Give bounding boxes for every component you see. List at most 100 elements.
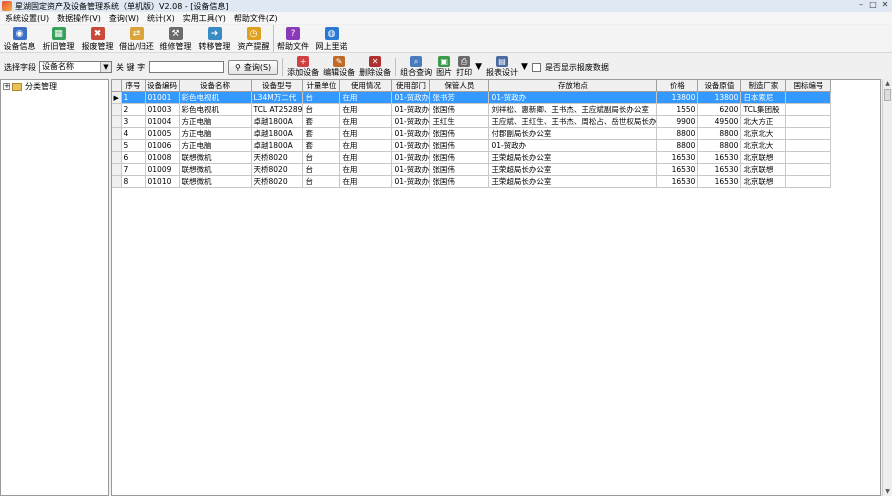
action-button-4[interactable]: ▣ 图片: [436, 56, 452, 78]
table-row[interactable]: 5 01006 方正电脑 卓越1800A 套在用 01-贸政办 张国伟 01-贸政办 8800 8…: [112, 139, 832, 152]
dropdown-arrow-icon[interactable]: ▼: [475, 62, 482, 72]
vertical-scrollbar[interactable]: ▲ ▼: [882, 79, 892, 496]
action-button-3[interactable]: ⌕ 组合查询: [400, 56, 432, 78]
close-button[interactable]: ✕: [880, 0, 890, 10]
action-button-5[interactable]: ⎙ 打印: [456, 56, 472, 78]
scroll-down-icon[interactable]: ▼: [883, 487, 892, 496]
table-row[interactable]: 6 01008 联想微机 天桥8020 台在用 01-贸政办 张国伟 王荣超局长办公室 1653…: [112, 151, 832, 164]
table-row[interactable]: ▶ 1 01001 彩色电视机 L34M万二代台在用 01-贸政办 张书芳 01-贸政办 138…: [112, 91, 832, 104]
maximize-button[interactable]: □: [868, 0, 878, 10]
expand-icon[interactable]: +: [3, 83, 10, 90]
menu-help[interactable]: 帮助文件(Z): [230, 13, 282, 24]
tree-node-category-management[interactable]: + 分类管理: [1, 81, 108, 92]
table-row[interactable]: 8 01010 联想微机 天桥8020 台在用 01-贸政办 张国伟 王荣超局长办公室 1653…: [112, 175, 832, 188]
table-cell: 8: [121, 175, 146, 188]
table-cell: 彩色电视机: [179, 91, 252, 104]
binoculars-icon: ⚲: [235, 62, 241, 72]
column-header[interactable]: 价格: [656, 80, 699, 92]
scroll-up-icon[interactable]: ▲: [883, 79, 892, 88]
table-cell: [785, 91, 832, 104]
table-cell: 8800: [697, 139, 742, 152]
table-cell: 台: [302, 151, 341, 164]
table-cell: 日本索尼: [740, 91, 787, 104]
repair-icon: ⚒: [168, 27, 183, 40]
toolbar-button-5[interactable]: ➜ 转移管理: [195, 25, 234, 52]
menu-statistics[interactable]: 统计(X): [143, 13, 179, 24]
action-button-label: 图片: [436, 68, 453, 77]
toolbar-button-label: 帮助文件: [277, 42, 309, 51]
table-cell: 王荣超局长办公室: [488, 151, 658, 164]
device-grid: 序号 设备编码 设备名称 设备型号 计量单位 使用情况 使用部门 保管人员 存放地点 价格 设备原值…: [111, 79, 881, 496]
table-cell: 卓越1800A: [251, 115, 304, 128]
column-header[interactable]: 设备名称: [179, 80, 252, 92]
table-cell: 北京联想: [740, 163, 787, 176]
column-header[interactable]: 使用情况: [339, 80, 393, 92]
toolbar-button-0[interactable]: ◉ 设备信息: [0, 25, 39, 52]
action-button-0[interactable]: + 添加设备: [287, 56, 319, 78]
menu-query[interactable]: 查询(W): [105, 13, 143, 24]
table-cell: 01001: [145, 91, 180, 104]
column-header[interactable]: 使用部门: [391, 80, 431, 92]
column-header[interactable]: 存放地点: [488, 80, 658, 92]
toolbar-button-8[interactable]: ◍ 网上里诺: [312, 25, 351, 52]
dropdown-arrow-icon[interactable]: ▼: [521, 62, 528, 72]
table-cell: 01-贸政办: [391, 91, 431, 104]
toolbar-button-6[interactable]: ◷ 资产提醒: [234, 25, 273, 52]
table-cell: 天桥8020: [251, 163, 304, 176]
column-header[interactable]: 保管人员: [429, 80, 490, 92]
action-button-1[interactable]: ✎ 编辑设备: [323, 56, 355, 78]
table-cell: 01-贸政办: [391, 175, 431, 188]
toolbar-button-7[interactable]: ? 帮助文件: [273, 25, 312, 52]
toolbar-button-1[interactable]: ▦ 折旧管理: [39, 25, 78, 52]
table-cell: 刘祥松、惠新卿、王书杰、王应斌副局长办公室: [488, 103, 658, 116]
show-scrapped-checkbox[interactable]: [531, 62, 541, 72]
column-header[interactable]: 设备编码: [145, 80, 180, 92]
query-button[interactable]: ⚲ 查询(S): [228, 59, 279, 75]
table-cell: 8800: [656, 127, 699, 140]
action-button-2[interactable]: ✕ 删除设备: [359, 56, 391, 78]
main-toolbar: ◉ 设备信息 ▦ 折旧管理 ✖ 报废管理 ⇄ 借出/归还 ⚒ 维修管理 ➜ 转移管理 ◷ 资产提醒? 帮助文…: [0, 25, 892, 53]
table-cell: 王应斌、王红生、王书杰、周松占、岳世权局长办: [488, 115, 658, 128]
menu-system-settings[interactable]: 系统设置(U): [0, 13, 53, 24]
column-header[interactable]: 国标编号: [785, 80, 832, 92]
column-header[interactable]: 设备型号: [251, 80, 304, 92]
table-cell: 张国伟: [429, 175, 490, 188]
row-pointer-icon: [112, 151, 122, 164]
table-cell: 北京联想: [740, 175, 787, 188]
row-indicator-header: [112, 80, 122, 92]
column-header[interactable]: 设备原值: [697, 80, 742, 92]
column-header[interactable]: 计量单位: [302, 80, 341, 92]
table-cell: 8800: [656, 139, 699, 152]
table-cell: 01010: [145, 175, 180, 188]
table-row[interactable]: 4 01005 方正电脑 卓越1800A 套在用 01-贸政办 张国伟 付郡副局长办公室 880…: [112, 127, 832, 140]
menu-data-operations[interactable]: 数据操作(V): [53, 13, 105, 24]
edit-device-icon: ✎: [333, 56, 346, 67]
table-row[interactable]: 3 01004 方正电脑 卓越1800A 套在用 01-贸政办 王红生 王应斌、王红生、王书杰…: [112, 115, 832, 128]
search-toolbar: 选择字段 设备名称 ▼ 关 键 字 ⚲ 查询(S) + 添加设备 ✎ 编辑设备 ✕ 删除设…: [0, 56, 892, 78]
toolbar-button-4[interactable]: ⚒ 维修管理: [156, 25, 195, 52]
action-button-6[interactable]: ▤ 报表设计: [486, 56, 518, 78]
keyword-input[interactable]: [149, 61, 225, 73]
table-cell: 套: [302, 115, 341, 128]
minimize-button[interactable]: –: [856, 0, 866, 10]
table-cell: 彩色电视机: [179, 103, 252, 116]
column-header[interactable]: 序号: [121, 80, 146, 92]
table-cell: 4: [121, 127, 146, 140]
menu-utilities[interactable]: 实用工具(Y): [179, 13, 230, 24]
table-row[interactable]: 2 01003 彩色电视机 TCL AT25289 台在用 01-贸政办 张国伟 刘祥松、惠新…: [112, 103, 832, 116]
table-row[interactable]: 7 01009 联想微机 天桥8020 台在用 01-贸政办 张国伟 王荣超局长办公室 1653…: [112, 163, 832, 176]
field-select[interactable]: 设备名称 ▼: [39, 61, 112, 73]
table-cell: 张国伟: [429, 151, 490, 164]
menu-bar: 系统设置(U) 数据操作(V) 查询(W) 统计(X) 实用工具(Y) 帮助文件…: [0, 12, 892, 24]
table-cell: 16530: [656, 151, 699, 164]
table-cell: 01-贸政办: [488, 91, 658, 104]
scroll-thumb[interactable]: [884, 89, 891, 101]
toolbar-button-3[interactable]: ⇄ 借出/归还: [117, 25, 156, 52]
table-cell: 付郡副局长办公室: [488, 127, 658, 140]
table-cell: 01-贸政办: [391, 163, 431, 176]
chevron-down-icon[interactable]: ▼: [100, 62, 111, 72]
table-cell: 联想微机: [179, 163, 252, 176]
column-header[interactable]: 制造厂家: [740, 80, 787, 92]
toolbar-button-label: 维修管理: [159, 42, 192, 51]
toolbar-button-2[interactable]: ✖ 报废管理: [78, 25, 117, 52]
